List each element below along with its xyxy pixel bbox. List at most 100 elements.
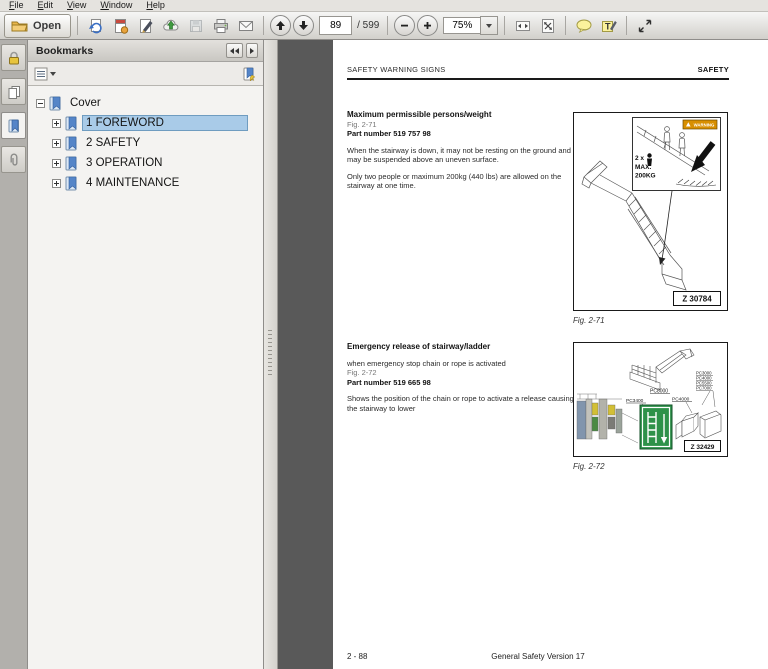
bookmark-item-foreword[interactable]: 1 FOREWORD <box>36 113 261 133</box>
bookmark-label[interactable]: Cover <box>67 96 104 110</box>
bookmark-item-operation[interactable]: 3 OPERATION <box>36 153 261 173</box>
toolbar-separator <box>77 16 79 35</box>
comment-bubble-icon <box>576 19 592 33</box>
pages-panel-button[interactable] <box>1 78 26 105</box>
bookmark-options-button[interactable] <box>34 67 56 81</box>
section2-paragraph-1: Shows the position of the chain or rope … <box>347 394 574 413</box>
zoom-dropdown-icon <box>486 23 493 28</box>
highlight-text-button[interactable]: T <box>597 15 620 37</box>
bookmark-icon <box>65 156 78 171</box>
toolbar-separator <box>626 16 628 35</box>
menu-file[interactable]: File <box>2 0 31 11</box>
fit-width-icon <box>515 20 530 31</box>
bookmark-label-selected[interactable]: 1 FOREWORD <box>82 115 248 131</box>
expand-expander-icon[interactable] <box>52 178 61 188</box>
security-panel-button[interactable] <box>1 44 26 71</box>
zoom-in-icon <box>424 22 432 29</box>
zoom-level-value[interactable]: 75% <box>443 17 482 34</box>
section2-title: Emergency release of stairway/ladder <box>347 342 491 351</box>
bookmark-item-maintenance[interactable]: 4 MAINTENANCE <box>36 173 261 193</box>
figure-2-72-image: PC8000 PC3000 PC4000 PC5500 PC7000 PC340… <box>573 342 728 457</box>
figure1-caption: Fig. 2-71 <box>573 316 605 325</box>
bookmark-item-safety[interactable]: 2 SAFETY <box>36 133 261 153</box>
section-emergency-release: Emergency release of stairway/ladder whe… <box>347 342 577 413</box>
ladder-down-sign <box>639 404 673 450</box>
expand-panel-button[interactable] <box>246 43 258 58</box>
create-pdf-button[interactable] <box>109 15 132 37</box>
pages-icon <box>8 85 20 99</box>
upload-button[interactable] <box>159 15 182 37</box>
open-button[interactable]: Open <box>4 13 72 38</box>
options-list-icon <box>34 67 48 80</box>
sign-pen-icon <box>139 18 153 33</box>
menu-edit[interactable]: Edit <box>31 0 61 11</box>
bookmarks-tree: Cover 1 FOREWORD 2 SAFETY 3 OPERATION 4 … <box>28 86 263 669</box>
main-area: Bookmarks Cover 1 FOREWORD 2 SAFETY 3 OP… <box>0 40 768 669</box>
section1-paragraph-1: When the stairway is down, it may not be… <box>347 145 571 165</box>
new-bookmark-button[interactable] <box>241 66 257 82</box>
menu-window[interactable]: Window <box>93 0 139 11</box>
panel-splitter[interactable] <box>264 40 278 669</box>
collapse-panel-button[interactable] <box>226 43 243 58</box>
menu-help[interactable]: Help <box>139 0 172 11</box>
fit-width-button[interactable] <box>511 15 534 37</box>
section1-fig-ref: Fig. 2-71 <box>347 119 377 129</box>
page-footer: 2 - 88 General Safety Version 17 <box>347 652 729 661</box>
bookmark-label[interactable]: 3 OPERATION <box>83 156 165 170</box>
attachments-panel-button[interactable] <box>1 146 26 173</box>
bookmark-icon <box>8 119 19 132</box>
section1-title: Maximum permissible persons/weight <box>347 110 492 119</box>
page-footer-number: 2 - 88 <box>347 652 368 661</box>
menu-bar: File Edit View Window Help <box>0 0 768 12</box>
toolbar-separator <box>387 16 389 35</box>
zoom-level-combo[interactable]: 75% <box>443 16 499 35</box>
pdf-viewer-window: File Edit View Window Help Open 89 / 599… <box>0 0 768 669</box>
bookmarks-panel-header: Bookmarks <box>28 40 263 62</box>
fullscreen-icon <box>638 19 652 32</box>
zoom-in-button[interactable] <box>417 15 439 36</box>
bookmark-item-cover[interactable]: Cover <box>36 93 261 113</box>
paperclip-icon <box>10 153 17 166</box>
collapse-expander-icon[interactable] <box>36 98 45 108</box>
toolbar-separator <box>565 16 567 35</box>
page-up-icon <box>276 21 286 30</box>
expand-expander-icon[interactable] <box>52 158 61 168</box>
fullscreen-button[interactable] <box>633 15 656 37</box>
zoom-out-button[interactable] <box>394 15 416 36</box>
page-number-input[interactable] <box>319 16 353 35</box>
save-floppy-icon <box>189 19 202 32</box>
main-toolbar: Open 89 / 599 75% T <box>0 12 768 40</box>
fit-page-button[interactable] <box>536 15 559 37</box>
splitter-grip-icon <box>268 330 272 378</box>
section2-part-number: Part number 519 665 98 <box>347 377 431 387</box>
expand-expander-icon[interactable] <box>52 138 61 148</box>
next-page-button[interactable] <box>293 15 315 36</box>
figure1-ref-code: Z 30784 <box>682 295 712 304</box>
bookmark-icon <box>65 136 78 151</box>
menu-view[interactable]: View <box>60 0 93 11</box>
bookmark-label[interactable]: 2 SAFETY <box>83 136 143 150</box>
collapse-left-icon <box>235 47 239 54</box>
bookmarks-panel-button[interactable] <box>1 112 26 139</box>
expand-right-icon <box>250 47 254 54</box>
comment-button[interactable] <box>572 15 595 37</box>
lock-icon <box>8 51 19 64</box>
fit-page-icon <box>541 18 554 33</box>
save-button[interactable] <box>184 15 207 37</box>
print-button[interactable] <box>209 15 232 37</box>
sign-button[interactable] <box>134 15 157 37</box>
figure-2-72: PC8000 PC3000 PC4000 PC5500 PC7000 PC340… <box>573 342 729 471</box>
previous-page-button[interactable] <box>270 15 292 36</box>
zoom-dropdown-button[interactable] <box>480 16 499 35</box>
cloud-upload-icon <box>162 19 178 30</box>
expand-expander-icon[interactable] <box>52 118 61 128</box>
page-down-icon <box>299 21 309 30</box>
bookmark-label[interactable]: 4 MAINTENANCE <box>83 176 182 190</box>
bookmarks-toolbar <box>28 62 263 86</box>
export-button[interactable] <box>84 15 107 37</box>
bookmark-icon <box>49 96 62 111</box>
svg-text:T: T <box>605 21 611 31</box>
section2-subtitle: when emergency stop chain or rope is act… <box>347 358 506 368</box>
email-button[interactable] <box>234 15 257 37</box>
document-scroll-area[interactable]: SAFETY WARNING SIGNS SAFETY Maximum perm… <box>278 40 768 669</box>
